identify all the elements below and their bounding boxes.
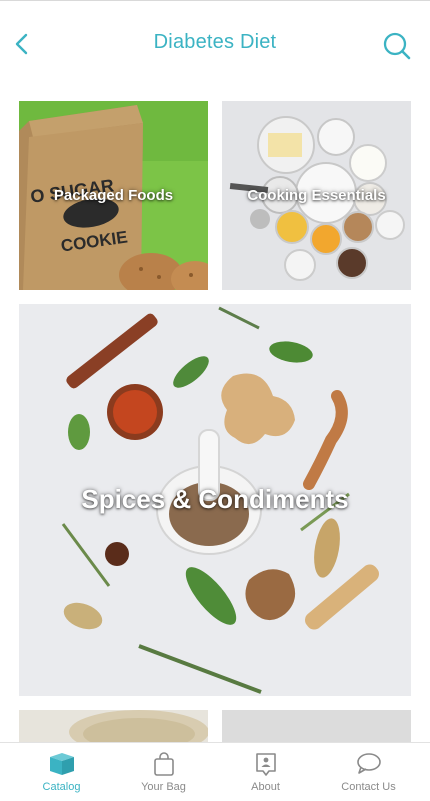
tab-catalog[interactable]: Catalog [8,743,115,801]
box-icon [49,753,74,775]
category-tile-packaged-foods[interactable]: O SUGAR COOKIE Packaged Foods [19,101,208,290]
category-tile-spices-condiments[interactable]: Spices & Condiments [19,304,411,696]
search-icon [383,32,411,60]
category-tile-cooking-essentials[interactable]: Cooking Essentials [222,101,411,290]
tab-contact-us[interactable]: Contact Us [315,743,422,801]
tab-label-about: About [251,781,280,793]
info-icon [255,753,276,776]
packaged-foods-image: O SUGAR COOKIE [19,101,208,290]
app-header: Diabetes Diet [0,0,430,86]
search-button[interactable] [378,26,418,66]
chat-icon [356,753,381,774]
tab-label-your-bag: Your Bag [141,781,186,793]
tab-label-contact-us: Contact Us [341,781,396,793]
tab-your-bag[interactable]: Your Bag [110,743,217,801]
tab-label-catalog: Catalog [42,781,81,793]
bottom-tab-bar: Catalog Your Bag About Contact Us [0,742,430,800]
bag-icon [153,752,174,776]
spices-condiments-image [19,304,411,696]
cooking-essentials-image [222,101,411,290]
page-title: Diabetes Diet [153,31,277,53]
tab-about[interactable]: About [212,743,319,801]
